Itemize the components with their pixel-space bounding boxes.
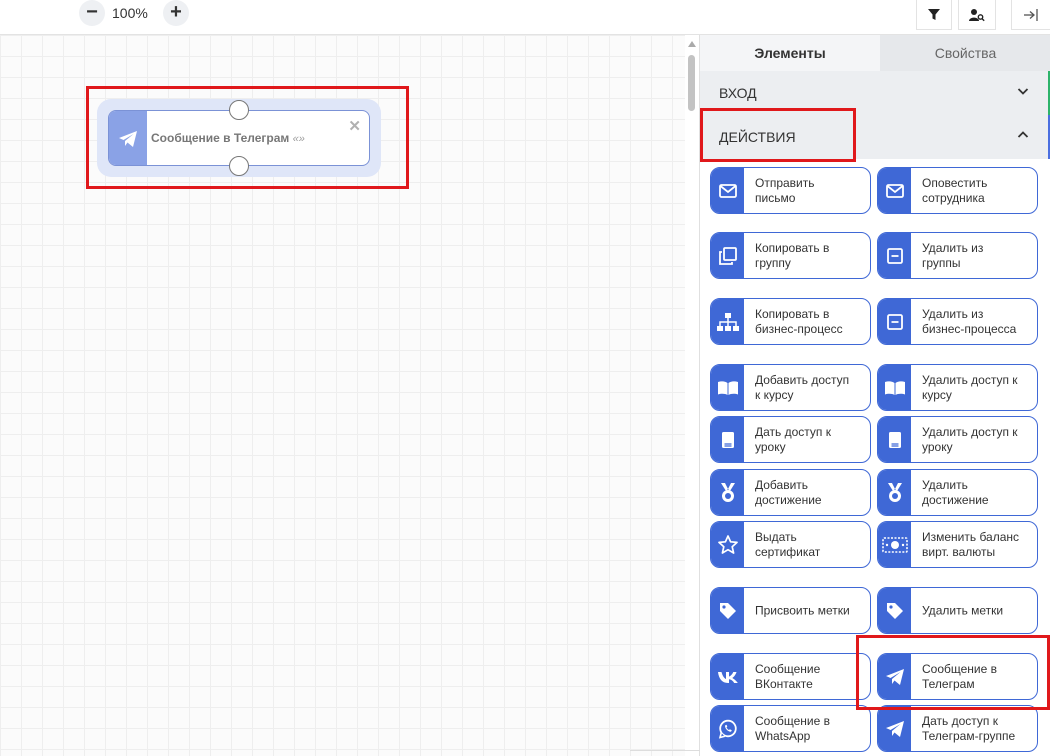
tab-elements[interactable]: Элементы bbox=[700, 35, 880, 71]
user-search-icon bbox=[969, 8, 985, 21]
book-icon bbox=[878, 417, 911, 462]
action-card-label: Дать доступ к Телеграм-группе bbox=[922, 713, 1016, 743]
book-open-icon bbox=[711, 365, 744, 410]
envelope-icon bbox=[878, 168, 911, 213]
top-toolbar: − 100% + bbox=[0, 0, 1050, 35]
collapse-panel-icon bbox=[1024, 8, 1038, 21]
action-card-medal[interactable]: Удалить достижение bbox=[877, 469, 1038, 516]
action-card-label: Сообщение в WhatsApp bbox=[755, 713, 831, 743]
action-card-vk[interactable]: Сообщение ВКонтакте bbox=[710, 653, 871, 700]
action-card-minus-square[interactable]: Удалить из бизнес-процесса bbox=[877, 298, 1038, 345]
action-card-label: Сообщение ВКонтакте bbox=[755, 661, 821, 691]
action-card-label: Оповестить сотрудника bbox=[922, 175, 988, 205]
scrollbar-thumb[interactable] bbox=[688, 55, 695, 111]
section-input-label: ВХОД bbox=[719, 85, 757, 101]
action-card-book[interactable]: Дать доступ к уроку bbox=[710, 416, 871, 463]
star-icon bbox=[711, 522, 744, 567]
action-card-label: Выдать сертификат bbox=[755, 529, 821, 559]
tag-icon bbox=[711, 588, 744, 633]
whatsapp-icon bbox=[711, 706, 744, 751]
telegram-icon bbox=[878, 706, 911, 751]
minus-square-icon bbox=[878, 299, 911, 344]
action-card-medal[interactable]: Добавить достижение bbox=[710, 469, 871, 516]
action-card-star[interactable]: Выдать сертификат bbox=[710, 521, 871, 568]
action-card-label: Изменить баланс вирт. валюты bbox=[922, 529, 1020, 559]
action-card-whatsapp[interactable]: Сообщение в WhatsApp bbox=[710, 705, 871, 752]
action-card-tag[interactable]: Присвоить метки bbox=[710, 587, 871, 634]
action-card-label: Копировать в группу bbox=[755, 240, 830, 270]
zoom-in-button[interactable]: + bbox=[163, 0, 189, 26]
action-card-label: Дать доступ к уроку bbox=[755, 424, 832, 454]
tag-icon bbox=[878, 588, 911, 633]
zoom-level: 100% bbox=[112, 5, 148, 21]
chevron-down-icon bbox=[1017, 88, 1029, 95]
collapse-panel-button[interactable] bbox=[1011, 0, 1050, 30]
action-card-label: Добавить достижение bbox=[755, 477, 822, 507]
action-card-sitemap[interactable]: Копировать в бизнес-процесс bbox=[710, 298, 871, 345]
action-card-label: Отправить письмо bbox=[755, 175, 815, 205]
filter-icon bbox=[928, 8, 940, 20]
minus-square-icon bbox=[878, 233, 911, 278]
highlight-box-node bbox=[86, 86, 409, 189]
chevron-up-icon bbox=[1017, 131, 1029, 138]
tab-properties[interactable]: Свойства bbox=[880, 35, 1050, 71]
sitemap-icon bbox=[711, 299, 744, 344]
highlight-box-telegram-card bbox=[856, 635, 1050, 710]
action-card-label: Удалить доступ к уроку bbox=[922, 424, 1018, 454]
action-card-minus-square[interactable]: Удалить из группы bbox=[877, 232, 1038, 279]
action-card-book-open[interactable]: Удалить доступ к курсу bbox=[877, 364, 1038, 411]
canvas-scrollbar[interactable] bbox=[685, 35, 699, 756]
action-card-label: Удалить из бизнес-процесса bbox=[922, 306, 1017, 336]
filter-button[interactable] bbox=[916, 0, 952, 30]
medal-icon bbox=[878, 470, 911, 515]
action-card-envelope[interactable]: Отправить письмо bbox=[710, 167, 871, 214]
scroll-up-icon[interactable] bbox=[688, 41, 696, 47]
money-bill-icon bbox=[878, 522, 911, 567]
action-card-telegram[interactable]: Дать доступ к Телеграм-группе bbox=[877, 705, 1038, 752]
action-card-money-bill[interactable]: Изменить баланс вирт. валюты bbox=[877, 521, 1038, 568]
action-card-label: Добавить доступ к курсу bbox=[755, 372, 850, 402]
highlight-box-actions bbox=[700, 108, 856, 162]
action-card-envelope[interactable]: Оповестить сотрудника bbox=[877, 167, 1038, 214]
action-card-label: Удалить метки bbox=[922, 603, 1004, 617]
copy-icon bbox=[711, 233, 744, 278]
panel-tabs: Элементы Свойства bbox=[700, 35, 1050, 71]
book-open-icon bbox=[878, 365, 911, 410]
book-icon bbox=[711, 417, 744, 462]
divider-line bbox=[630, 750, 700, 751]
vk-icon bbox=[711, 654, 744, 699]
action-card-copy[interactable]: Копировать в группу bbox=[710, 232, 871, 279]
action-card-label: Копировать в бизнес-процесс bbox=[755, 306, 843, 336]
action-card-label: Присвоить метки bbox=[755, 603, 850, 617]
action-card-label: Удалить из группы bbox=[922, 240, 984, 270]
action-card-book[interactable]: Удалить доступ к уроку bbox=[877, 416, 1038, 463]
action-card-label: Удалить доступ к курсу bbox=[922, 372, 1018, 402]
action-card-book-open[interactable]: Добавить доступ к курсу bbox=[710, 364, 871, 411]
user-search-button[interactable] bbox=[958, 0, 996, 30]
zoom-out-button[interactable]: − bbox=[79, 0, 105, 26]
medal-icon bbox=[711, 470, 744, 515]
envelope-icon bbox=[711, 168, 744, 213]
action-card-tag[interactable]: Удалить метки bbox=[877, 587, 1038, 634]
action-card-label: Удалить достижение bbox=[922, 477, 989, 507]
